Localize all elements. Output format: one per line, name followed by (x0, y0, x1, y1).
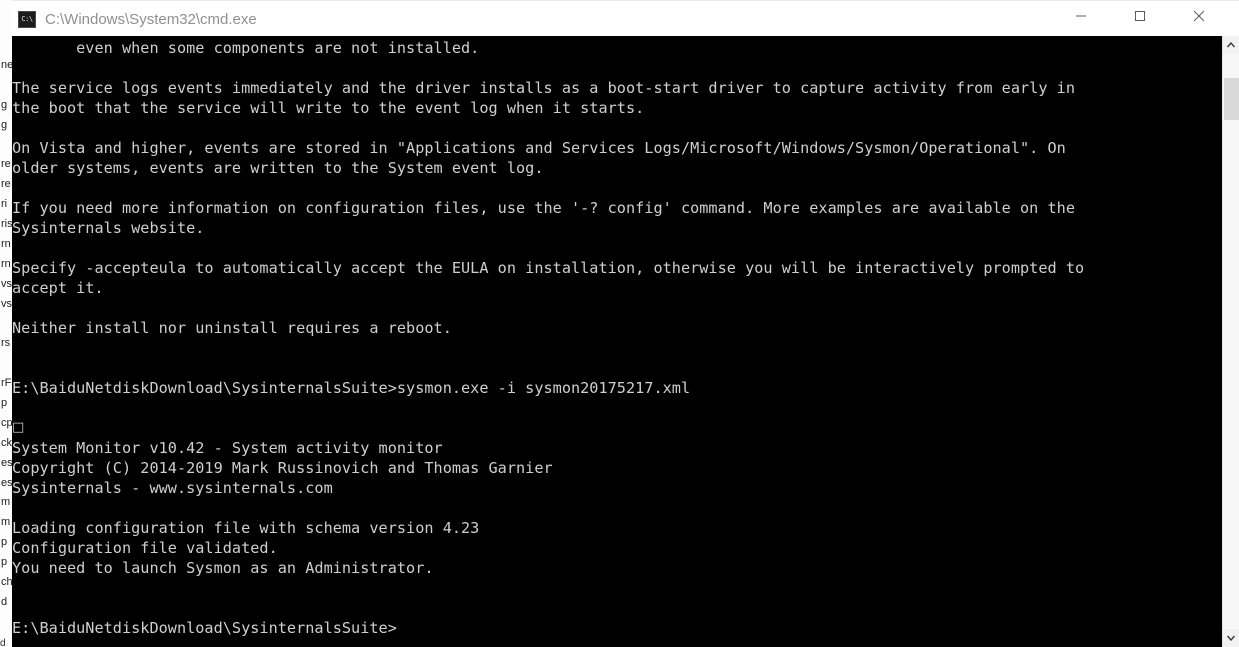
console-line: Specify -accepteula to automatically acc… (12, 259, 1085, 277)
background-fragment: rs (1, 337, 11, 350)
background-fragment: g (1, 118, 8, 131)
background-fragment: rFE (1, 377, 12, 390)
console-line: the boot that the service will write to … (12, 99, 645, 117)
minimize-button[interactable] (1058, 1, 1104, 31)
console-line: □ (12, 420, 25, 435)
console-line: Copyright (C) 2014-2019 Mark Russinovich… (12, 459, 553, 477)
console-line: E:\BaiduNetdiskDownload\SysinternalsSuit… (12, 619, 397, 637)
console-line: accept it. (12, 279, 104, 297)
console-line: System Monitor v10.42 - System activity … (12, 439, 443, 457)
console-line: Sysinternals website. (12, 219, 205, 237)
background-fragment: m (1, 516, 11, 529)
close-button[interactable] (1176, 1, 1222, 31)
window-titlebar[interactable]: C:\ C:\Windows\System32\cmd.exe (12, 0, 1239, 38)
cmd-icon: C:\ (18, 11, 36, 28)
background-fragment (1, 135, 12, 155)
console-line: If you need more information on configur… (12, 199, 1075, 217)
maximize-button[interactable] (1117, 1, 1163, 31)
background-fragment: p (1, 397, 8, 410)
console-line: Sysinternals - www.sysinternals.com (12, 479, 333, 497)
console-scrollbar[interactable] (1222, 36, 1239, 647)
background-fragment (1, 76, 12, 96)
background-fragment (1, 354, 12, 374)
window-title: C:\Windows\System32\cmd.exe (45, 11, 257, 28)
background-fragment (1, 314, 12, 334)
background-fragment: m (1, 496, 11, 509)
console-line: You need to launch Sysmon as an Administ… (12, 559, 434, 577)
background-fragment: ne (1, 58, 12, 71)
console-line: older systems, events are written to the… (12, 159, 544, 177)
console-line: Neither install nor uninstall requires a… (12, 319, 452, 337)
scroll-thumb[interactable] (1224, 78, 1239, 120)
console-line: E:\BaiduNetdiskDownload\SysinternalsSuit… (12, 379, 691, 397)
background-fragment: rn (1, 257, 11, 270)
background-fragment: rn (1, 237, 11, 250)
background-fragment: p (1, 536, 8, 549)
background-fragment: vsN (1, 297, 12, 310)
scroll-down-arrow[interactable] (1223, 629, 1239, 647)
background-fragment: p (1, 556, 8, 569)
background-fragment (1, 36, 12, 56)
scrollbar-track[interactable] (1223, 54, 1239, 629)
console-line: Loading configuration file with schema v… (12, 519, 480, 537)
console-text: even when some components are not instal… (12, 38, 1207, 638)
console-line: Configuration file validated. (12, 539, 278, 557)
background-fragment: vs (1, 277, 12, 290)
cmd-window: C:\ C:\Windows\System32\cmd.exe even whe… (12, 0, 1239, 647)
console-line: even when some components are not instal… (12, 39, 480, 57)
background-fragment: d (1, 595, 8, 608)
screen-root: neggrereririsrnrnvsvsNrsrFEpcpckesesmmpp… (0, 0, 1239, 647)
console-line: The service logs events immediately and … (12, 79, 1075, 97)
background-fragment: es (1, 476, 12, 489)
console-output-area[interactable]: even when some components are not instal… (12, 36, 1239, 647)
scroll-up-arrow[interactable] (1223, 36, 1239, 54)
background-fragment: cp (1, 416, 12, 429)
background-fragment: ris (1, 218, 12, 231)
background-fragment: ck (1, 436, 12, 449)
background-fragment: g (1, 98, 8, 111)
background-left-fragments: neggrereririsrnrnvsvsNrsrFEpcpckesesmmpp… (0, 36, 12, 647)
background-fragment: ch (1, 576, 12, 589)
background-fragment: ri (1, 198, 8, 211)
background-fragment: re (1, 178, 11, 191)
background-fragment: es (1, 456, 12, 469)
console-line: On Vista and higher, events are stored i… (12, 139, 1066, 157)
background-fragment: re (1, 158, 11, 171)
